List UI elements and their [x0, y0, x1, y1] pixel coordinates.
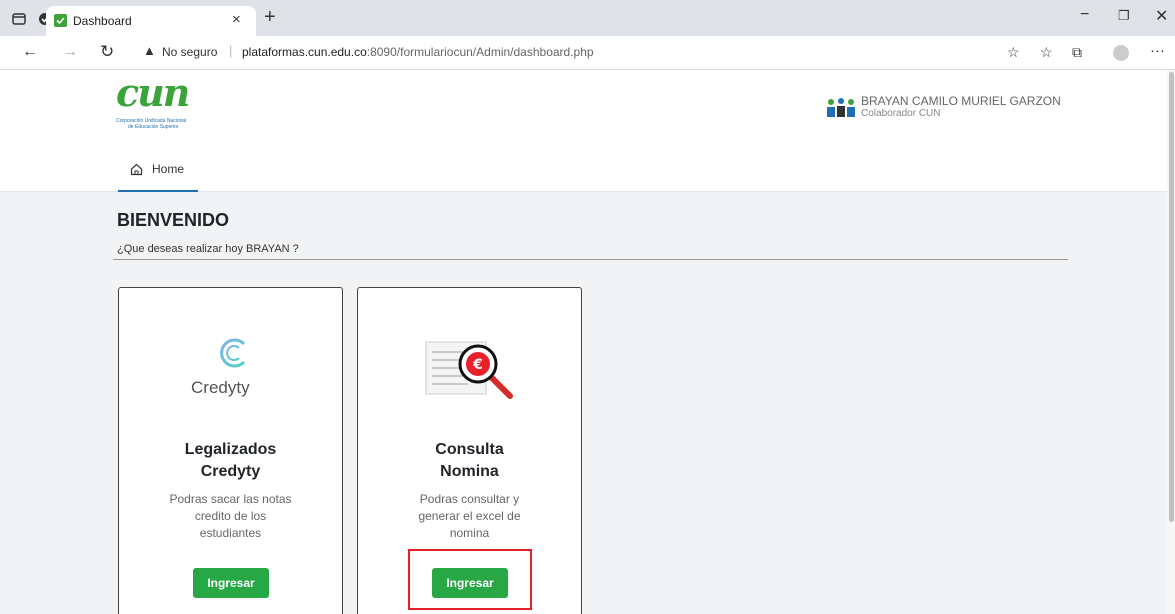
minimize-icon[interactable]: −: [1080, 6, 1089, 24]
ingresar-credyty-button[interactable]: Ingresar: [193, 568, 269, 598]
user-role: Colaborador CUN: [861, 108, 941, 119]
highlight-box: [408, 549, 532, 610]
new-tab-icon[interactable]: +: [264, 6, 276, 29]
warning-icon: ▲: [143, 43, 156, 58]
logo-wordmark: cun: [116, 70, 190, 115]
url-host: plataformas.cun.edu.co: [242, 45, 367, 59]
close-tab-icon[interactable]: ×: [232, 11, 241, 28]
nav-home[interactable]: Home: [118, 146, 198, 192]
card-title: Legalizados: [184, 441, 277, 458]
card-credyty: Credyty Legalizados Credyty Podras sacar…: [118, 287, 343, 614]
card-description: estudiantes: [199, 526, 262, 540]
profile-avatar-icon[interactable]: [1113, 45, 1129, 61]
url-text: plataformas.cun.edu.co:8090/formulariocu…: [242, 45, 594, 59]
favicon-icon: [54, 14, 67, 27]
url-path: :8090/formulariocun/Admin/dashboard.php: [366, 45, 594, 59]
page-title: BIENVENIDO: [117, 210, 230, 230]
close-window-icon[interactable]: ✕: [1155, 6, 1168, 26]
svg-text:€: €: [472, 357, 483, 373]
user-name: BRAYAN CAMILO MURIEL GARZON: [861, 94, 1061, 108]
url-divider: |: [229, 43, 233, 58]
collections-icon[interactable]: ⧉: [1072, 44, 1082, 61]
security-label: No seguro: [162, 45, 218, 59]
browser-tab[interactable]: Dashboard ×: [46, 6, 256, 36]
scrollbar-thumb[interactable]: [1169, 72, 1174, 522]
credyty-logo-text: Credyty: [191, 378, 250, 397]
tab-title: Dashboard: [73, 14, 132, 28]
nav-bar: Home: [0, 146, 1167, 192]
tab-actions-icon[interactable]: [10, 10, 28, 28]
reload-icon[interactable]: ↻: [100, 42, 114, 62]
credyty-logo: Credyty: [191, 336, 274, 402]
back-icon[interactable]: ←: [22, 43, 38, 61]
card-title: Nomina: [440, 463, 499, 480]
users-group-icon: [826, 98, 856, 118]
home-icon: [130, 163, 143, 176]
card-title: Credyty: [200, 463, 261, 480]
card-description: nomina: [449, 526, 490, 540]
browser-tab-bar: Dashboard × + − ❐ ✕: [0, 0, 1175, 36]
address-bar: ← → ↻ ▲ No seguro | plataformas.cun.edu.…: [0, 36, 1175, 70]
card-title: Consulta: [435, 441, 504, 458]
url-field[interactable]: ▲ No seguro | plataformas.cun.edu.co:809…: [140, 41, 1000, 65]
favorites-list-icon[interactable]: ☆: [1040, 44, 1053, 61]
cun-logo[interactable]: cun Corporación Unificada Nacional de Ed…: [116, 70, 226, 140]
card-description: Podras consultar y: [419, 492, 520, 506]
forward-icon[interactable]: →: [62, 43, 78, 61]
card-description: credito de los: [194, 509, 267, 523]
card-description: Podras sacar las notas: [169, 492, 292, 506]
title-divider: [113, 259, 1068, 260]
payroll-search-icon: €: [425, 341, 513, 399]
card-description: generar el excel de: [418, 509, 521, 523]
nav-home-label: Home: [152, 162, 185, 176]
page-subtitle: ¿Que deseas realizar hoy BRAYAN ?: [117, 243, 299, 255]
logo-subtitle-2: de Educación Superior: [128, 124, 179, 130]
more-options-icon[interactable]: ···: [1150, 42, 1165, 59]
site-header: cun Corporación Unificada Nacional de Ed…: [0, 70, 1167, 146]
credyty-c-icon: [220, 338, 246, 368]
favorite-star-icon[interactable]: ☆: [1007, 44, 1020, 61]
restore-icon[interactable]: ❐: [1118, 8, 1130, 24]
